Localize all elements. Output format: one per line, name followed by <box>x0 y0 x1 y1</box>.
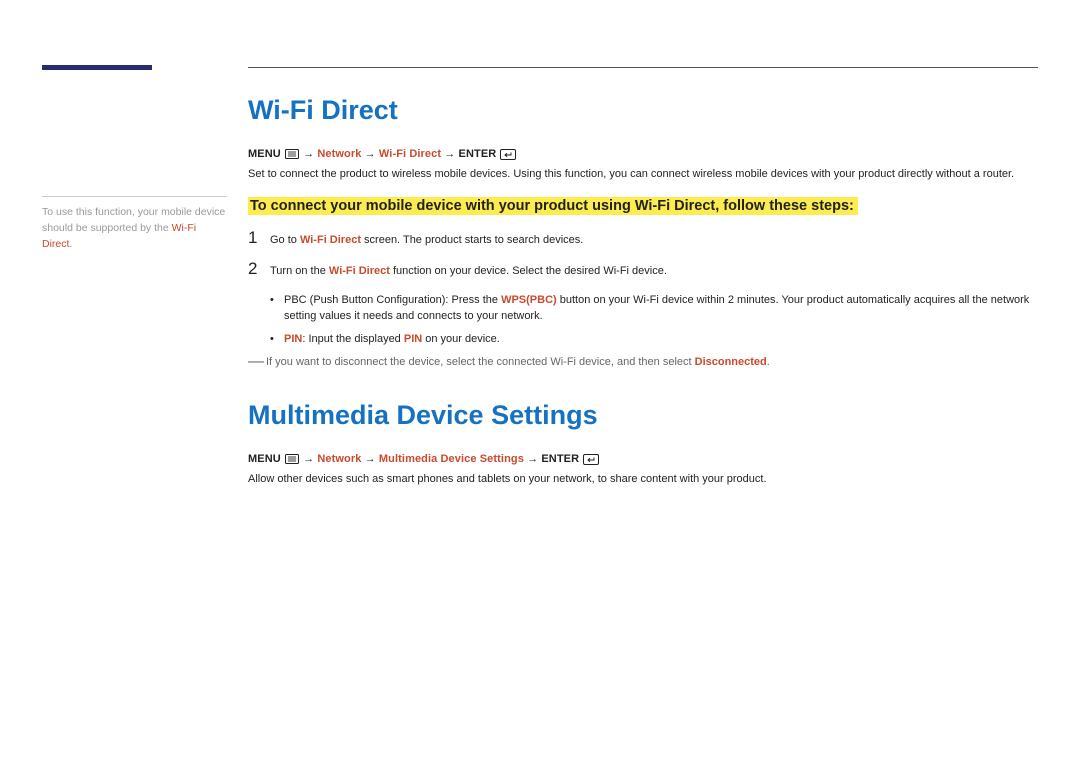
bullet-dot: • <box>270 292 284 309</box>
b2-post: on your device. <box>422 333 500 345</box>
b2-emph2: PIN <box>404 333 422 345</box>
path-enter-label: ENTER <box>541 453 579 465</box>
section1-heading: Wi-Fi Direct <box>248 95 1038 126</box>
section2-body: Allow other devices such as smart phones… <box>248 471 1038 488</box>
step1-pre: Go to <box>270 234 300 246</box>
bullet-1: • PBC (Push Button Configuration): Press… <box>270 292 1038 325</box>
side-note-post: . <box>69 238 72 250</box>
b1-emph: WPS(PBC) <box>501 294 557 306</box>
path-arrow: → <box>441 148 458 160</box>
path-arrow: → <box>361 148 378 160</box>
path-mds: Multimedia Device Settings <box>379 453 524 465</box>
step1-post: screen. The product starts to search dev… <box>361 234 583 246</box>
bullet-text: PIN: Input the displayed PIN on your dev… <box>284 331 500 348</box>
step2-emph: Wi-Fi Direct <box>329 265 390 277</box>
side-note: To use this function, your mobile device… <box>42 196 227 252</box>
top-rule <box>248 67 1038 68</box>
path-menu-label: MENU <box>248 148 281 160</box>
path-arrow: → <box>303 453 317 465</box>
bullet-list: • PBC (Push Button Configuration): Press… <box>270 292 1038 348</box>
note-dash: ― <box>248 355 266 369</box>
section2-heading: Multimedia Device Settings <box>248 400 1038 431</box>
side-note-pre: To use this function, your mobile device… <box>42 206 225 234</box>
step2-pre: Turn on the <box>270 265 329 277</box>
section2-nav-path: MENU → Network → Multimedia Device Setti… <box>248 453 1038 465</box>
main-content: Wi-Fi Direct MENU → Network → Wi-Fi Dire… <box>248 95 1038 502</box>
bullet-text: PBC (Push Button Configuration): Press t… <box>284 292 1038 325</box>
step-text: Go to Wi-Fi Direct screen. The product s… <box>270 229 583 249</box>
note-text: If you want to disconnect the device, se… <box>266 355 770 370</box>
note: ― If you want to disconnect the device, … <box>248 355 1038 370</box>
accent-bar <box>42 65 152 70</box>
path-network: Network <box>317 453 361 465</box>
path-arrow: → <box>361 453 378 465</box>
bullet-2: • PIN: Input the displayed PIN on your d… <box>270 331 1038 348</box>
path-menu-label: MENU <box>248 453 281 465</box>
steps-list: 1 Go to Wi-Fi Direct screen. The product… <box>248 229 1038 280</box>
step-2: 2 Turn on the Wi-Fi Direct function on y… <box>248 260 1038 280</box>
path-enter-label: ENTER <box>459 148 497 160</box>
step-1: 1 Go to Wi-Fi Direct screen. The product… <box>248 229 1038 249</box>
note-post: . <box>767 356 770 368</box>
b2-emph1: PIN <box>284 333 302 345</box>
enter-icon <box>500 149 516 160</box>
step-number: 2 <box>248 260 270 277</box>
section2: Multimedia Device Settings MENU → Networ… <box>248 400 1038 488</box>
path-arrow: → <box>303 148 317 160</box>
path-network: Network <box>317 148 361 160</box>
bullet-dot: • <box>270 331 284 348</box>
path-arrow: → <box>524 453 541 465</box>
step1-emph: Wi-Fi Direct <box>300 234 361 246</box>
note-pre: If you want to disconnect the device, se… <box>266 356 695 368</box>
step2-post: function on your device. Select the desi… <box>390 265 667 277</box>
section1-nav-path: MENU → Network → Wi-Fi Direct → ENTER <box>248 148 1038 160</box>
b2-mid: : Input the displayed <box>302 333 404 345</box>
menu-icon <box>285 454 299 464</box>
section1-intro: Set to connect the product to wireless m… <box>248 166 1038 183</box>
b1-pre: PBC (Push Button Configuration): Press t… <box>284 294 501 306</box>
note-emph: Disconnected <box>695 356 767 368</box>
enter-icon <box>583 454 599 465</box>
path-wifi-direct: Wi-Fi Direct <box>379 148 441 160</box>
section1-highlight: To connect your mobile device with your … <box>248 197 858 215</box>
menu-icon <box>285 149 299 159</box>
step-text: Turn on the Wi-Fi Direct function on you… <box>270 260 667 280</box>
step-number: 1 <box>248 229 270 246</box>
